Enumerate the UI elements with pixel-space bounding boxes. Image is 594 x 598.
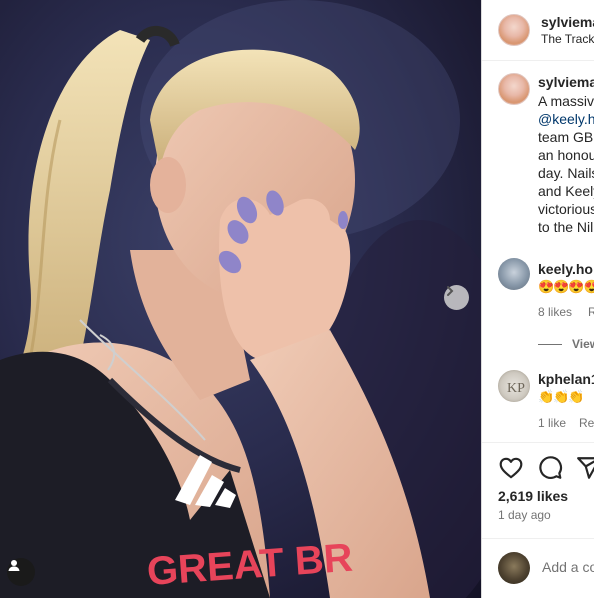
comment-2-text: 👏👏👏 [538,389,585,404]
caption-line-8: to the Nil [538,219,594,235]
monogram-icon: KP [507,381,525,396]
add-comment-input[interactable]: Add a co [542,559,594,575]
chevron-right-icon [447,286,454,296]
comment-2-username[interactable]: kphelan1 [538,371,594,387]
post-photo[interactable]: GREAT BR [0,0,481,598]
instagram-post-view: GREAT BR sylviema The Track sylviema A m… [0,0,594,598]
heart-icon[interactable] [498,455,524,481]
viewer-avatar [498,552,530,584]
view-replies-dash [538,343,562,345]
caption-author-avatar[interactable] [498,73,530,105]
comment-icon[interactable] [537,455,563,481]
comment-1-text: 😍😍😍😍 [538,279,594,294]
caption-mention-link[interactable]: @keely.h [538,110,594,128]
comment-1-username[interactable]: keely.ho [538,261,593,277]
view-replies-toggle[interactable]: View [538,337,594,351]
commenter-avatar-kphelan[interactable]: KP [498,370,530,402]
commenter-avatar-keely[interactable] [498,258,530,290]
user-tag-icon [8,560,20,571]
post-header: sylviema The Track [482,0,594,61]
caption-line-6: and Keely [538,183,594,199]
comment-1-reply[interactable]: R [588,305,594,319]
athlete-photo-illustration: GREAT BR [0,0,481,598]
caption-line-3: team GB [538,129,594,145]
author-avatar[interactable] [498,14,530,46]
post-timestamp[interactable]: 1 day ago [498,508,551,522]
author-username[interactable]: sylviema [541,14,594,30]
likes-count[interactable]: 2,619 likes [498,488,568,504]
comment-2-reply[interactable]: Re [579,416,594,430]
comment-1-likes[interactable]: 8 likes [538,305,572,319]
next-photo-button[interactable] [444,285,469,310]
caption-line-4: an honou [538,147,594,163]
post-details-panel: sylviema The Track sylviema A massiv @ke… [481,0,594,598]
view-replies-label: View [572,337,594,351]
caption-line-1: A massiv [538,93,594,109]
comment-box-divider [482,538,594,539]
share-icon[interactable] [576,455,594,481]
post-location[interactable]: The Track [541,32,594,46]
actions-divider [482,442,594,443]
comment-2-likes[interactable]: 1 like [538,416,566,430]
caption-author-username[interactable]: sylviema [538,74,594,90]
tagged-users-button[interactable] [7,558,35,586]
caption-line-5: day. Nails [538,165,594,181]
caption-line-7: victorious [538,201,594,217]
svg-text:KP: KP [507,381,525,396]
